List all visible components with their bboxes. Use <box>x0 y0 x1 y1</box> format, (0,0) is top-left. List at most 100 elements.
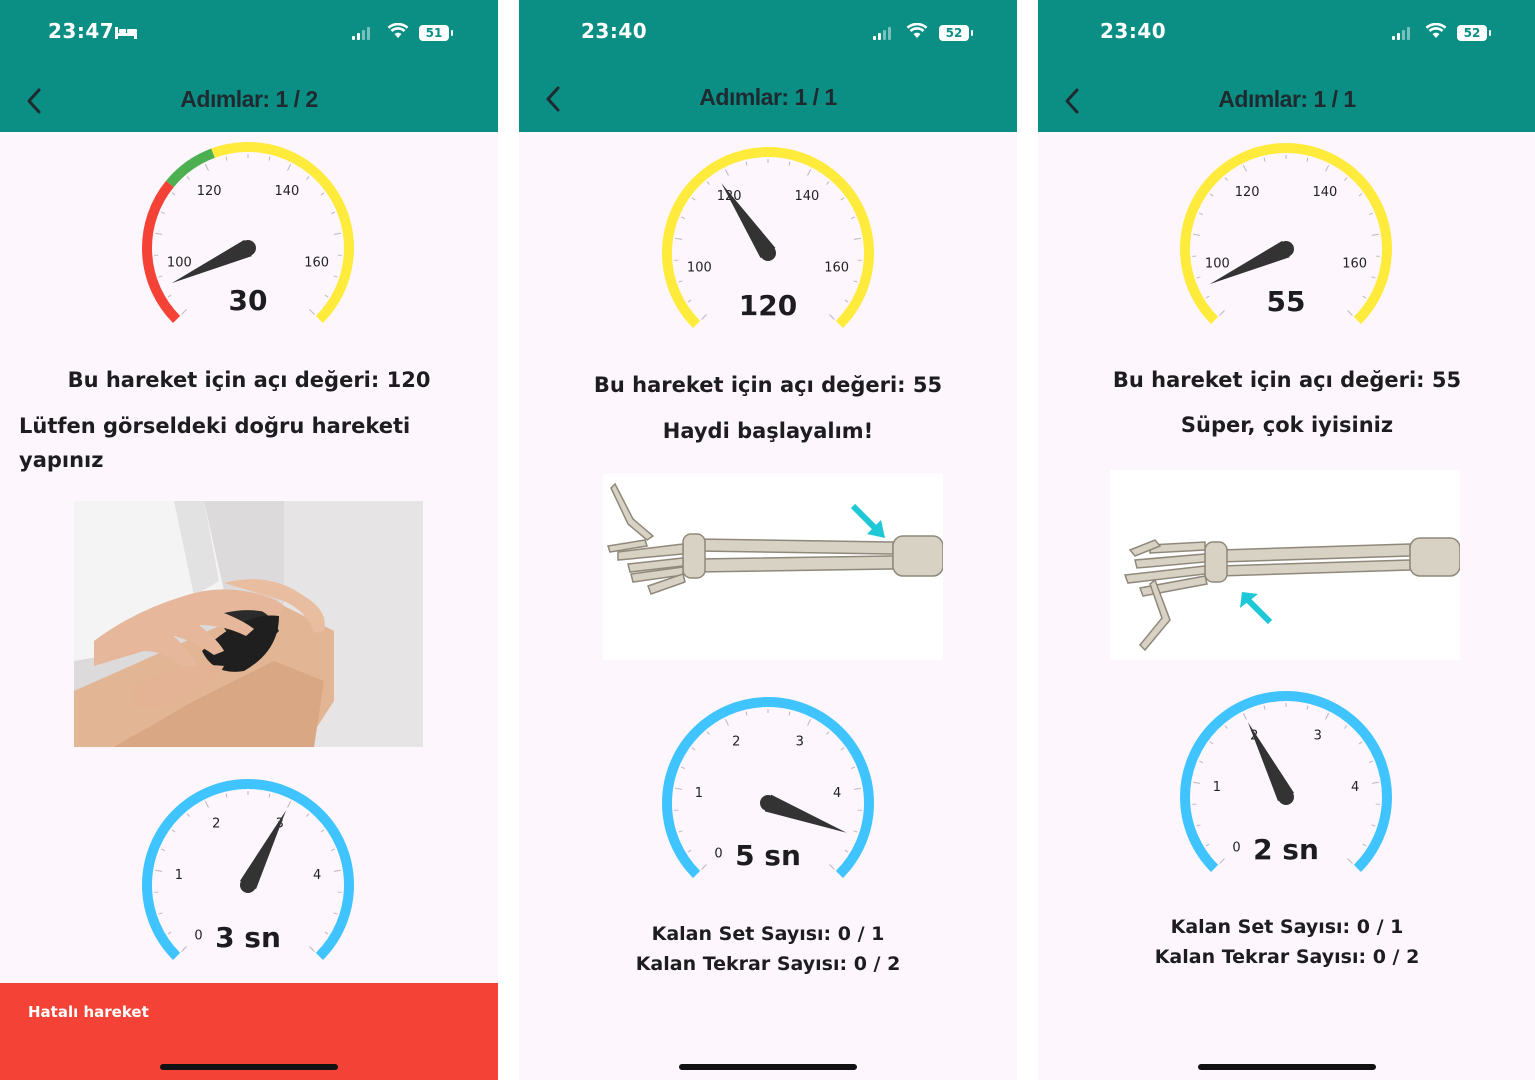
timer-tick <box>320 829 325 833</box>
timer-label: 2 <box>732 735 740 750</box>
timer-tick <box>309 946 315 952</box>
toast-text: Hatalı hareket <box>28 1003 149 1021</box>
angle-tick <box>826 181 830 185</box>
timer-label: 2 <box>212 817 220 832</box>
angle-label: 100 <box>1205 257 1230 272</box>
angle-tick <box>724 169 729 176</box>
angle-label: 160 <box>824 261 849 276</box>
timer-hub <box>760 795 776 811</box>
angle-tick <box>287 164 292 171</box>
angle-tick <box>1196 276 1201 279</box>
timer-label: 4 <box>1351 780 1359 795</box>
timer-tick <box>1209 741 1214 745</box>
timer-tick <box>1358 741 1363 745</box>
angle-hub <box>240 240 256 256</box>
timer-tick <box>850 766 856 770</box>
angle-tick <box>155 232 163 235</box>
angle-tick <box>745 161 748 166</box>
timer-tick <box>1347 858 1353 864</box>
angle-tick <box>1193 233 1201 236</box>
timer-tick <box>829 864 835 870</box>
angle-zone-green <box>166 148 215 188</box>
angle-value: 120 <box>739 289 797 322</box>
angle-gauge: 100120140160120 <box>662 147 874 328</box>
timer-gauge: 012343 sn <box>142 779 354 960</box>
timer-tick <box>158 912 163 915</box>
timer-hub <box>1278 789 1294 805</box>
angle-tick <box>333 275 338 278</box>
timer-tick <box>853 830 858 833</box>
timer-tick <box>333 869 341 872</box>
timer-tick <box>1371 824 1376 827</box>
timer-label: 1 <box>695 786 703 801</box>
angle-tick <box>1205 295 1210 299</box>
angle-tick <box>687 299 692 303</box>
timer-tick <box>675 787 683 790</box>
timer-tick <box>268 793 271 798</box>
home-indicator[interactable] <box>1198 1064 1376 1070</box>
timer-label: 1 <box>175 868 183 883</box>
angle-tick <box>788 161 791 166</box>
knee-photo <box>74 501 423 747</box>
angle-tick <box>1347 310 1353 316</box>
angle-text: Bu hareket için açı değeri: 120 <box>67 368 431 392</box>
angle-label: 120 <box>1235 185 1260 200</box>
rep-count: Kalan Tekrar Sayısı: 0 / 2 <box>635 953 901 975</box>
timer-tick <box>745 711 748 716</box>
timer-tick <box>160 848 166 852</box>
angle-tick <box>160 211 166 215</box>
timer-tick <box>1362 843 1367 847</box>
angle-tick <box>678 280 683 283</box>
timer-tick <box>826 731 830 735</box>
home-indicator[interactable] <box>160 1064 338 1070</box>
forearm-bones-flexed <box>1110 470 1460 660</box>
angle-text: Bu hareket için açı değeri: 55 <box>593 373 943 397</box>
remaining-counts: Kalan Set Sayısı: 0 / 1 Kalan Tekrar Say… <box>519 919 1017 979</box>
angle-label: 100 <box>687 261 712 276</box>
angle-label: 160 <box>304 256 329 271</box>
timer-tick <box>1224 725 1228 729</box>
angle-tick <box>171 192 176 196</box>
timer-tick <box>204 801 209 808</box>
angle-tick <box>829 314 835 320</box>
timer-value: 2 sn <box>1253 833 1319 866</box>
angle-tick <box>853 280 858 283</box>
angle-tick <box>1371 233 1379 236</box>
screen-1: 23:47 51 Adımlar: 1 / 2 100 120 140 160 30 B… <box>0 0 498 1080</box>
timer-tick <box>680 766 686 770</box>
angle-tick <box>706 181 710 185</box>
angle-text: Bu hareket için açı değeri: 55 <box>1112 368 1462 392</box>
timer-tick <box>306 813 310 817</box>
angle-label: 140 <box>1312 185 1337 200</box>
angle-gauge: 100 120 140 160 55 <box>1180 143 1392 324</box>
angle-label: 160 <box>1342 257 1367 272</box>
angle-tick <box>330 211 336 215</box>
home-indicator[interactable] <box>679 1064 857 1070</box>
timer-label: 4 <box>313 868 321 883</box>
angle-tick <box>675 237 683 240</box>
angle-hub <box>1278 241 1294 257</box>
angle-tick <box>324 294 329 298</box>
timer-hub <box>240 877 256 893</box>
timer-tick <box>840 747 845 751</box>
timer-tick <box>701 864 707 870</box>
timer-tick <box>788 711 791 716</box>
angle-tick <box>186 176 190 180</box>
timer-tick <box>706 731 710 735</box>
timer-tick <box>724 719 729 726</box>
timer-label: 3 <box>796 735 804 750</box>
timer-tick <box>1196 824 1201 827</box>
timer-tick <box>1325 713 1330 720</box>
angle-tick <box>691 197 696 201</box>
set-count: Kalan Set Sayısı: 0 / 1 <box>1170 916 1404 938</box>
angle-tick <box>306 176 310 180</box>
angle-gauge: 100 120 140 160 30 <box>142 142 354 323</box>
timer-tick <box>853 787 861 790</box>
timer-tick <box>691 747 696 751</box>
timer-tick <box>1371 781 1379 784</box>
angle-tick <box>1368 212 1374 216</box>
timer-tick <box>844 849 849 853</box>
message-text: Haydi başlayalım! <box>662 419 874 443</box>
timer-label: 1 <box>1213 780 1221 795</box>
timer-gauge: 012342 sn <box>1180 691 1392 872</box>
